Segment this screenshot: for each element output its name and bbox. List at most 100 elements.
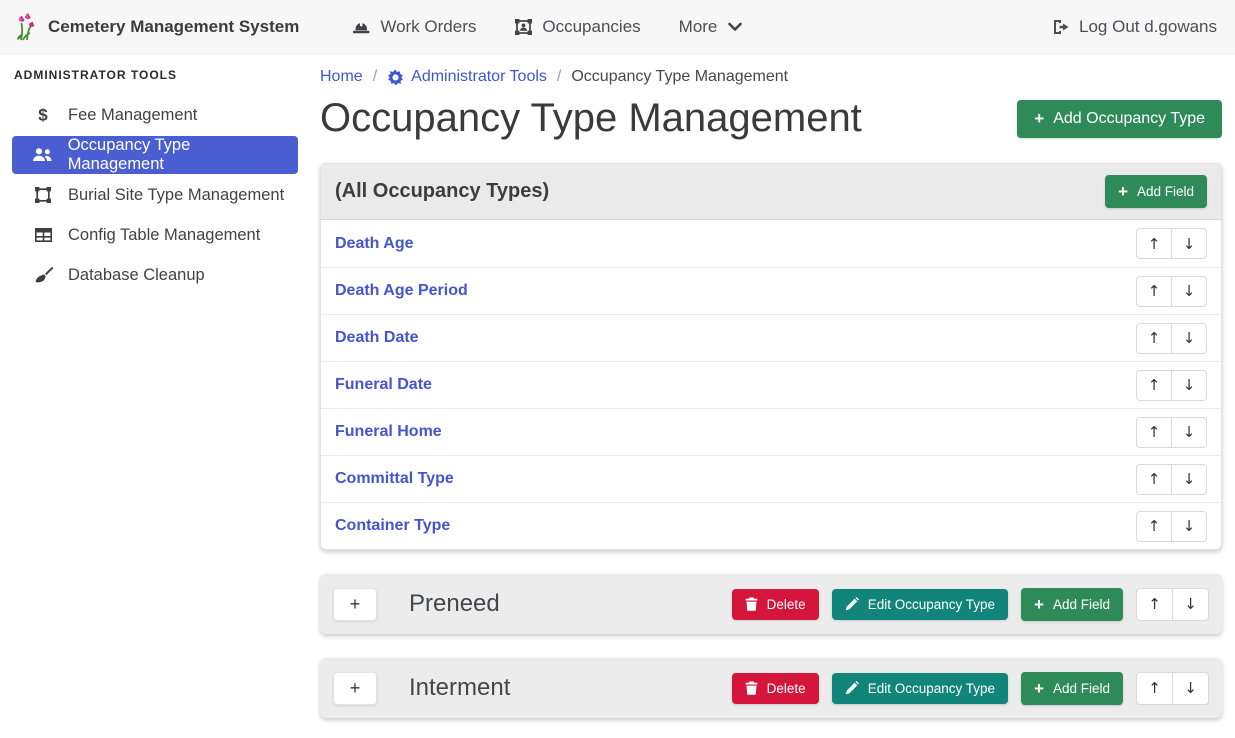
top-navbar: Cemetery Management System Work Orders O…: [0, 0, 1235, 54]
breadcrumb-item-occupancy-type-management: Occupancy Type Management: [571, 68, 788, 86]
move-down-button[interactable]: ↓: [1172, 588, 1209, 621]
sidebar-item-database-cleanup[interactable]: Database Cleanup: [12, 256, 298, 294]
trash-icon: [745, 597, 758, 611]
sidebar: ADMINISTRATOR TOOLS $ Fee Management Occ…: [0, 54, 310, 738]
sidebar-item-label: Config Table Management: [68, 226, 260, 245]
logout-button[interactable]: Log Out d.gowans: [1052, 17, 1217, 37]
pencil-icon: [845, 597, 859, 611]
add-occupancy-type-label: Add Occupancy Type: [1053, 110, 1205, 128]
breadcrumb: Home/Administrator Tools/Occupancy Type …: [320, 68, 1222, 86]
move-down-button[interactable]: ↓: [1171, 276, 1207, 307]
person-frame-icon: [514, 18, 533, 36]
add-field-button[interactable]: + Add Field: [1021, 588, 1123, 621]
delete-button[interactable]: Delete: [732, 589, 819, 620]
field-row: Funeral Home ↑ ↓: [321, 408, 1221, 455]
dollar-icon: $: [32, 105, 54, 125]
sidebar-item-config-table-management[interactable]: Config Table Management: [12, 216, 298, 254]
move-down-button[interactable]: ↓: [1171, 464, 1207, 495]
field-link[interactable]: Committal Type: [335, 470, 454, 488]
add-occupancy-type-button[interactable]: + Add Occupancy Type: [1017, 100, 1222, 138]
chevron-down-icon: [728, 22, 742, 32]
sidebar-item-fee-management[interactable]: $ Fee Management: [12, 96, 298, 134]
move-up-button[interactable]: ↑: [1136, 672, 1173, 705]
tulip-logo-icon: [12, 12, 38, 42]
users-icon: [32, 147, 54, 163]
field-link[interactable]: Container Type: [335, 517, 450, 535]
all-occupancy-types-card: (All Occupancy Types) + Add Field Death …: [320, 163, 1222, 550]
table-icon: [32, 227, 54, 243]
section-title: Interment: [409, 674, 510, 702]
breadcrumb-item-home[interactable]: Home: [320, 68, 363, 86]
field-row: Container Type ↑ ↓: [321, 502, 1221, 549]
add-field-button[interactable]: + Add Field: [1105, 175, 1207, 208]
card-title: (All Occupancy Types): [335, 180, 549, 203]
main-nav: Work Orders Occupancies More: [333, 17, 761, 37]
move-up-button[interactable]: ↑: [1136, 323, 1172, 354]
field-link[interactable]: Death Date: [335, 329, 419, 347]
field-link[interactable]: Funeral Home: [335, 423, 442, 441]
move-down-button[interactable]: ↓: [1171, 323, 1207, 354]
sidebar-heading: ADMINISTRATOR TOOLS: [12, 68, 298, 82]
move-up-button[interactable]: ↑: [1136, 417, 1172, 448]
move-down-button[interactable]: ↓: [1171, 370, 1207, 401]
move-down-button[interactable]: ↓: [1172, 672, 1209, 705]
expand-button[interactable]: +: [333, 588, 377, 621]
occupancy-type-section-interment: + Interment Delete Edit Occupancy Type +…: [320, 658, 1222, 718]
sidebar-item-occupancy-type-management[interactable]: Occupancy Type Management: [12, 136, 298, 174]
nav-item-label: Work Orders: [380, 17, 476, 37]
plus-icon: +: [1034, 680, 1044, 697]
page-title: Occupancy Type Management: [320, 96, 862, 141]
card-header: (All Occupancy Types) + Add Field: [321, 164, 1221, 220]
move-up-button[interactable]: ↑: [1136, 276, 1172, 307]
breadcrumb-label: Administrator Tools: [411, 68, 547, 86]
nav-item-work-orders[interactable]: Work Orders: [352, 17, 476, 37]
breadcrumb-separator: /: [557, 68, 561, 86]
sidebar-item-burial-site-type-management[interactable]: Burial Site Type Management: [12, 176, 298, 214]
sidebar-item-label: Database Cleanup: [68, 266, 205, 285]
nav-item-more[interactable]: More: [679, 17, 743, 37]
move-up-button[interactable]: ↑: [1136, 464, 1172, 495]
move-up-button[interactable]: ↑: [1136, 228, 1172, 259]
svg-text:$: $: [38, 106, 48, 125]
field-row: Death Date ↑ ↓: [321, 314, 1221, 361]
add-field-label: Add Field: [1137, 184, 1194, 199]
add-field-button[interactable]: + Add Field: [1021, 672, 1123, 705]
sign-out-icon: [1052, 19, 1070, 35]
sidebar-item-label: Occupancy Type Management: [68, 136, 288, 174]
move-up-button[interactable]: ↑: [1136, 370, 1172, 401]
plus-icon: +: [1118, 183, 1128, 200]
field-row: Death Age Period ↑ ↓: [321, 267, 1221, 314]
move-down-button[interactable]: ↓: [1171, 417, 1207, 448]
plus-icon: +: [1034, 110, 1044, 127]
sidebar-item-label: Fee Management: [68, 106, 197, 125]
breadcrumb-item-administrator-tools[interactable]: Administrator Tools: [387, 68, 547, 86]
hard-hat-icon: [352, 18, 371, 35]
main-content: Home/Administrator Tools/Occupancy Type …: [310, 54, 1235, 738]
app-brand: Cemetery Management System: [12, 12, 299, 42]
nav-item-label: Occupancies: [542, 17, 640, 37]
move-up-button[interactable]: ↑: [1136, 588, 1173, 621]
breadcrumb-label: Occupancy Type Management: [571, 68, 788, 86]
broom-icon: [32, 266, 54, 284]
expand-button[interactable]: +: [333, 672, 377, 705]
plus-icon: +: [1034, 596, 1044, 613]
field-link[interactable]: Death Age Period: [335, 282, 468, 300]
app-title: Cemetery Management System: [48, 17, 299, 37]
nav-item-occupancies[interactable]: Occupancies: [514, 17, 640, 37]
move-up-button[interactable]: ↑: [1136, 511, 1172, 542]
field-link[interactable]: Funeral Date: [335, 376, 432, 394]
delete-button[interactable]: Delete: [732, 673, 819, 704]
edit-occupancy-type-button[interactable]: Edit Occupancy Type: [832, 673, 1008, 704]
nav-item-label: More: [679, 17, 718, 37]
move-down-button[interactable]: ↓: [1171, 228, 1207, 259]
breadcrumb-label: Home: [320, 68, 363, 86]
move-down-button[interactable]: ↓: [1171, 511, 1207, 542]
sidebar-item-label: Burial Site Type Management: [68, 186, 284, 205]
occupancy-type-section-preneed: + Preneed Delete Edit Occupancy Type + A…: [320, 574, 1222, 634]
edit-occupancy-type-button[interactable]: Edit Occupancy Type: [832, 589, 1008, 620]
field-link[interactable]: Death Age: [335, 235, 414, 253]
field-row: Committal Type ↑ ↓: [321, 455, 1221, 502]
trash-icon: [745, 681, 758, 695]
vector-square-icon: [32, 186, 54, 204]
pencil-icon: [845, 681, 859, 695]
